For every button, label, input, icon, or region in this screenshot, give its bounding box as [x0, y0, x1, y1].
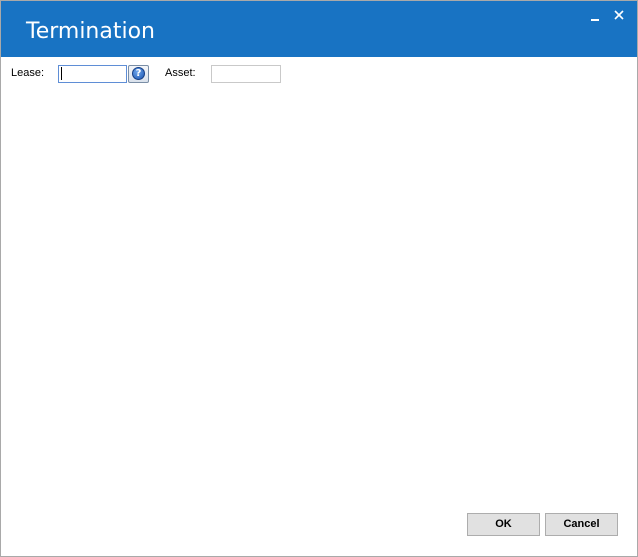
- asset-input[interactable]: [211, 65, 281, 83]
- window-title: Termination: [26, 19, 156, 44]
- lease-input[interactable]: [58, 65, 127, 83]
- cancel-button[interactable]: Cancel: [545, 513, 618, 536]
- text-caret: [61, 67, 62, 80]
- lease-lookup-button[interactable]: ?: [128, 65, 149, 83]
- lease-label: Lease:: [11, 67, 45, 79]
- close-icon: [614, 10, 624, 20]
- termination-dialog: Termination Lease: ? Asset: OK Cancel: [0, 0, 638, 557]
- asset-label: Asset:: [165, 67, 196, 79]
- close-button[interactable]: [611, 7, 629, 25]
- ok-button[interactable]: OK: [467, 513, 540, 536]
- question-mark-icon: ?: [132, 67, 145, 80]
- title-bar: Termination: [1, 1, 637, 57]
- minimize-icon: [591, 19, 599, 21]
- minimize-button[interactable]: [586, 7, 604, 25]
